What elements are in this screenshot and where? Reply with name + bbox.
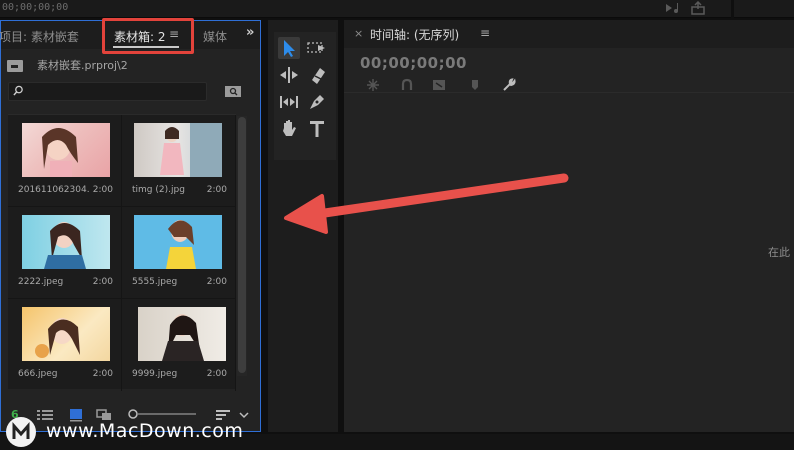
timeline-menu-icon[interactable]: ≡ xyxy=(480,26,490,40)
linked-selection-icon[interactable] xyxy=(432,78,446,92)
new-bin-icon[interactable] xyxy=(225,85,241,97)
clip-duration: 2:00 xyxy=(92,185,113,195)
bin-tabs: 项目: 素材嵌套 素材箱: 2 ≡ 媒体 » xyxy=(0,18,260,54)
clip-duration: 2:00 xyxy=(206,369,227,379)
timeline-drop-hint: 在此 xyxy=(768,246,790,259)
clip-thumbnail xyxy=(22,123,110,177)
close-icon[interactable]: × xyxy=(354,27,363,40)
search-icon xyxy=(13,85,23,96)
clip-name: 2222.jpeg xyxy=(18,277,64,287)
slip-tool[interactable] xyxy=(278,91,300,113)
panel-divider xyxy=(731,0,734,18)
wrench-icon[interactable] xyxy=(502,78,516,92)
clip-name: timg (2).jpg xyxy=(132,185,185,195)
clip-name: 666.jpeg xyxy=(18,369,58,379)
clip-duration: 2:00 xyxy=(206,277,227,287)
timeline-timecode[interactable]: 00;00;00;00 xyxy=(360,54,467,72)
grid-scrollbar[interactable] xyxy=(237,116,247,376)
clip-thumbnail xyxy=(134,215,222,269)
bin-panel: 项目: 素材嵌套 素材箱: 2 ≡ 媒体 » 素材嵌套.prproj\2 201… xyxy=(0,18,261,432)
clip-item[interactable]: 5555.jpeg 2:00 xyxy=(122,207,236,299)
watermark-text: www.MacDown.com xyxy=(46,420,244,442)
tab-bin[interactable]: 素材箱: 2 xyxy=(114,28,166,45)
add-marker-icon[interactable] xyxy=(468,78,482,92)
clip-thumbnail xyxy=(134,123,222,177)
clip-item[interactable]: timg (2).jpg 2:00 xyxy=(122,115,236,207)
type-tool[interactable] xyxy=(306,118,328,140)
play-audio-icon[interactable] xyxy=(664,1,680,15)
clip-duration: 2:00 xyxy=(92,369,113,379)
track-select-tool[interactable] xyxy=(306,37,328,59)
tools-group xyxy=(274,32,336,160)
parent-folder-icon[interactable] xyxy=(7,60,23,72)
scrollbar-thumb[interactable] xyxy=(238,117,246,373)
hand-icon xyxy=(283,120,296,136)
ripple-edit-icon xyxy=(280,67,298,83)
selection-tool[interactable] xyxy=(278,37,300,59)
active-tab-underline xyxy=(113,46,179,48)
export-frame-icon[interactable] xyxy=(690,0,706,15)
clip-thumbnail xyxy=(138,307,226,361)
more-tabs-icon[interactable]: » xyxy=(246,25,254,40)
timeline-header: × 时间轴: (无序列) ≡ xyxy=(344,20,794,48)
ripple-edit-tool[interactable] xyxy=(278,64,300,86)
tab-media[interactable]: 媒体 xyxy=(203,28,227,45)
snap-icon[interactable] xyxy=(400,78,414,92)
clip-duration: 2:00 xyxy=(206,185,227,195)
clip-item[interactable]: 666.jpeg 2:00 xyxy=(8,299,122,391)
clip-name: 201611062304... xyxy=(18,185,90,195)
program-timecode: 00;00;00;00 xyxy=(2,2,69,13)
clip-name: 9999.jpeg xyxy=(132,369,178,379)
clip-item[interactable]: 201611062304... 2:00 xyxy=(8,115,122,207)
razor-tool[interactable] xyxy=(306,64,328,86)
clip-name: 5555.jpeg xyxy=(132,277,178,287)
clip-thumbnail xyxy=(22,215,110,269)
timeline-panel: × 时间轴: (无序列) ≡ 00;00;00;00 在此 xyxy=(344,20,794,432)
bin-path-text: 素材嵌套.prproj\2 xyxy=(37,59,128,72)
pen-icon xyxy=(310,95,324,109)
clip-duration: 2:00 xyxy=(92,277,113,287)
slip-icon xyxy=(280,96,298,108)
tools-panel xyxy=(268,20,338,432)
razor-icon xyxy=(312,68,325,84)
cursor-arrow-icon xyxy=(284,40,295,57)
pen-tool[interactable] xyxy=(306,91,328,113)
tab-project[interactable]: 项目: 素材嵌套 xyxy=(0,28,79,45)
hand-tool[interactable] xyxy=(278,118,300,140)
clip-item[interactable]: 9999.jpeg 2:00 xyxy=(122,299,236,391)
clip-grid: 201611062304... 2:00 timg (2).jpg 2:00 2… xyxy=(8,114,236,391)
search-field[interactable] xyxy=(8,82,207,101)
nest-sequence-icon[interactable] xyxy=(366,78,380,92)
type-icon xyxy=(310,121,324,137)
zoom-slider[interactable] xyxy=(127,407,199,421)
timeline-title[interactable]: 时间轴: (无序列) xyxy=(370,26,459,43)
top-bar: 00;00;00;00 xyxy=(0,0,794,18)
clip-thumbnail xyxy=(22,307,110,361)
clip-item[interactable]: 2222.jpeg 2:00 xyxy=(8,207,122,299)
track-select-icon xyxy=(307,42,325,53)
tab-menu-icon[interactable]: ≡ xyxy=(169,27,179,41)
watermark-logo xyxy=(6,417,36,447)
timeline-separator xyxy=(344,92,794,93)
